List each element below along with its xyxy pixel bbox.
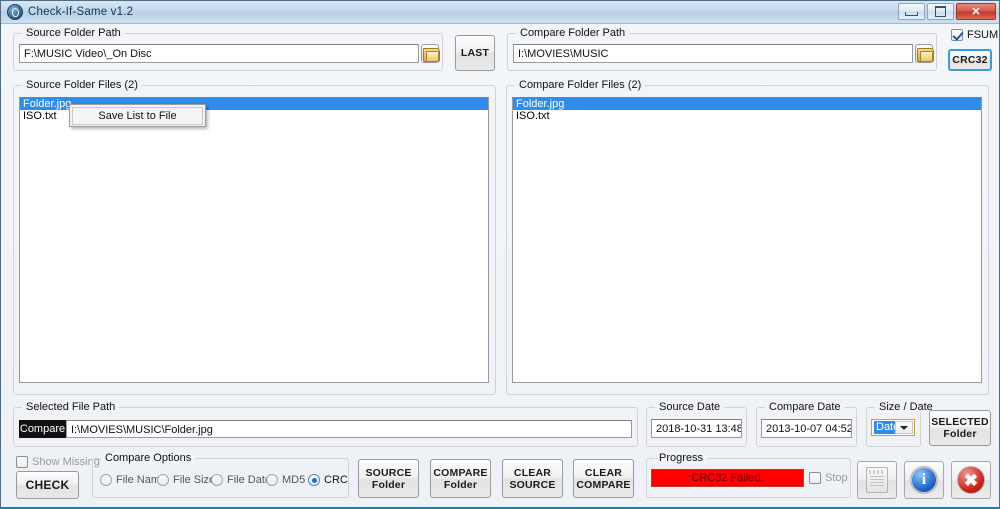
close-button[interactable]: ✕ xyxy=(956,3,996,20)
title-bar: Check-If-Same v1.2 ✕ xyxy=(1,1,999,24)
progress-label: Progress xyxy=(655,452,708,464)
radio-crc[interactable]: CRC xyxy=(308,474,348,486)
button-line2: Folder xyxy=(443,478,478,491)
notepad-icon xyxy=(866,467,888,493)
radio-md5[interactable]: MD5 xyxy=(266,474,305,486)
radio-label: MD5 xyxy=(282,474,306,486)
radio-label: File Size xyxy=(173,474,216,486)
radio-circle xyxy=(211,474,223,486)
selected-folder-line2: Folder xyxy=(943,428,977,440)
button-line2: COMPARE xyxy=(576,478,631,491)
list-item[interactable]: ISO.txt xyxy=(513,110,981,122)
compare-files-label: Compare Folder Files (2) xyxy=(515,79,646,91)
source-folder-path-input[interactable]: F:\MUSIC Video\_On Disc xyxy=(19,44,419,63)
info-icon: i xyxy=(910,466,938,494)
compare-folder-path-input[interactable]: I:\MOVIES\MUSIC xyxy=(513,44,913,63)
compare-folder-path-label: Compare Folder Path xyxy=(516,27,630,39)
radio-label: CRC xyxy=(324,474,348,486)
compare-folder-browse-button[interactable] xyxy=(915,44,934,63)
radio-circle xyxy=(266,474,278,486)
stop-checkbox[interactable]: Stop xyxy=(809,472,848,484)
folder-icon xyxy=(916,47,934,62)
button-line1: CLEAR xyxy=(513,466,552,479)
checkbox-box xyxy=(16,456,28,468)
window-controls: ✕ xyxy=(898,3,996,20)
selected-file-path-label: Selected File Path xyxy=(22,401,120,413)
source-folder-browse-button[interactable] xyxy=(421,44,440,63)
check-button[interactable]: CHECK xyxy=(16,471,79,499)
source-files-label: Source Folder Files (2) xyxy=(22,79,142,91)
radio-circle xyxy=(100,474,112,486)
source-folder-button[interactable]: SOURCE Folder xyxy=(358,459,419,498)
source-date-value: 2018-10-31 13:48:10 xyxy=(651,419,742,438)
button-line1: SOURCE xyxy=(365,466,412,479)
app-logo-icon xyxy=(7,4,23,20)
checkbox-box xyxy=(951,29,963,41)
maximize-button[interactable] xyxy=(927,3,954,20)
source-files-listbox[interactable]: Folder.jpg ISO.txt xyxy=(19,97,489,383)
exit-button[interactable]: ✖ xyxy=(951,461,991,499)
compare-files-listbox[interactable]: Folder.jpg ISO.txt xyxy=(512,97,982,383)
context-menu: Save List to File xyxy=(69,104,206,127)
minimize-button[interactable] xyxy=(898,3,925,20)
size-date-combobox[interactable]: Date xyxy=(871,419,915,436)
compare-options-label: Compare Options xyxy=(101,452,196,464)
list-item[interactable]: Folder.jpg xyxy=(513,98,981,110)
compare-date-value: 2013-10-07 04:52:59 xyxy=(761,419,852,438)
clear-compare-button[interactable]: CLEAR COMPARE xyxy=(573,459,634,498)
last-button[interactable]: LAST xyxy=(455,35,495,71)
selected-folder-line1: SELECTED xyxy=(931,416,989,428)
app-window: Check-If-Same v1.2 ✕ Source Folder Path … xyxy=(0,0,1000,509)
compare-folder-button[interactable]: COMPARE Folder xyxy=(430,459,491,498)
checkbox-box xyxy=(809,472,821,484)
radio-file-size[interactable]: File Size xyxy=(157,474,215,486)
button-line2: Folder xyxy=(371,478,406,491)
fsum-label: FSUM xyxy=(967,29,999,41)
source-date-label: Source Date xyxy=(655,401,725,413)
chevron-down-icon[interactable] xyxy=(895,421,913,434)
selected-folder-button[interactable]: SELECTED Folder xyxy=(929,410,991,446)
show-missing-checkbox[interactable]: Show Missing xyxy=(16,456,100,468)
window-title: Check-If-Same v1.2 xyxy=(28,6,134,18)
selected-file-path-input[interactable]: I:\MOVIES\MUSIC\Folder.jpg xyxy=(66,420,632,438)
size-date-label: Size / Date xyxy=(875,401,937,413)
show-missing-label: Show Missing xyxy=(32,456,100,468)
crc32-button[interactable]: CRC32 xyxy=(948,49,992,71)
fsum-checkbox[interactable]: FSUM xyxy=(951,29,998,41)
compare-date-label: Compare Date xyxy=(765,401,845,413)
button-line1: COMPARE xyxy=(433,466,488,479)
maximize-icon xyxy=(935,6,946,17)
close-red-icon: ✖ xyxy=(957,466,985,494)
info-button[interactable]: i xyxy=(904,461,944,499)
menu-item-save-list-to-file[interactable]: Save List to File xyxy=(72,107,203,125)
folder-icon xyxy=(422,47,440,62)
notepad-button[interactable] xyxy=(857,461,897,499)
stop-label: Stop xyxy=(825,472,848,484)
clear-source-button[interactable]: CLEAR SOURCE xyxy=(502,459,563,498)
radio-label: File Date xyxy=(227,474,272,486)
progress-bar: CRC32 Failed. xyxy=(651,469,804,487)
button-line1: CLEAR xyxy=(584,466,623,479)
radio-circle xyxy=(308,474,320,486)
button-line2: SOURCE xyxy=(509,478,556,491)
compare-tag-button[interactable]: Compare xyxy=(19,420,66,438)
radio-circle xyxy=(157,474,169,486)
radio-file-date[interactable]: File Date xyxy=(211,474,271,486)
source-folder-path-label: Source Folder Path xyxy=(22,27,125,39)
minimize-icon xyxy=(905,11,918,16)
